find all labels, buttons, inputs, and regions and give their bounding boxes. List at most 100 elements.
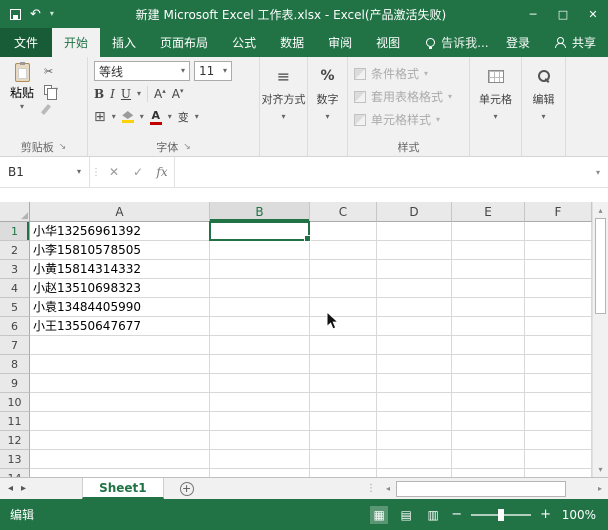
tab-split-handle[interactable]: ⋮ [362,483,380,494]
tab-页面布局[interactable]: 页面布局 [148,28,220,57]
name-box-splitter[interactable]: ⋮ [90,157,102,187]
zoom-level[interactable]: 100% [560,508,596,522]
font-color-button[interactable]: A [150,110,162,125]
minimize-button[interactable]: ─ [518,0,548,28]
cell-B2[interactable] [210,241,310,260]
scroll-right-icon[interactable]: ▸ [592,484,608,493]
row-header-8[interactable]: 8 [0,355,30,374]
fill-color-button[interactable] [122,111,134,123]
save-icon[interactable] [10,9,21,20]
cell-F12[interactable] [525,431,592,450]
cancel-icon[interactable]: ✕ [102,157,126,187]
undo-icon[interactable]: ↶ [30,7,41,22]
cell-B6[interactable] [210,317,310,336]
cell-D13[interactable] [377,450,452,469]
new-sheet-button[interactable]: + [180,478,194,499]
row-header-2[interactable]: 2 [0,241,30,260]
cell-B5[interactable] [210,298,310,317]
cell-C2[interactable] [310,241,377,260]
cell-C11[interactable] [310,412,377,431]
number-group-button[interactable]: % 数字 ▾ [308,57,348,156]
row-header-10[interactable]: 10 [0,393,30,412]
cell-C1[interactable] [310,222,377,241]
cell-C10[interactable] [310,393,377,412]
cell-A14[interactable] [30,469,210,477]
row-header-4[interactable]: 4 [0,279,30,298]
horizontal-scrollbar-track[interactable] [396,478,592,499]
sign-in-button[interactable]: 登录 [494,28,542,57]
cell-E9[interactable] [452,374,525,393]
cell-C13[interactable] [310,450,377,469]
cell-C7[interactable] [310,336,377,355]
cell-A13[interactable] [30,450,210,469]
cell-F14[interactable] [525,469,592,477]
dialog-launcher-icon[interactable]: ↘ [59,142,67,152]
enter-icon[interactable]: ✓ [126,157,150,187]
sheet-next-icon[interactable]: ▸ [21,483,26,494]
cell-A3[interactable]: 小黄15814314332 [30,260,210,279]
row-header-11[interactable]: 11 [0,412,30,431]
cell-D11[interactable] [377,412,452,431]
cells-group-button[interactable]: 单元格 ▾ [470,57,522,156]
cell-B8[interactable] [210,355,310,374]
normal-view-icon[interactable]: ▦ [370,506,388,524]
vertical-scrollbar-track[interactable] [593,314,608,461]
cell-D12[interactable] [377,431,452,450]
page-layout-view-icon[interactable]: ▤ [397,506,415,524]
cell-D10[interactable] [377,393,452,412]
cell-D14[interactable] [377,469,452,477]
cell-A5[interactable]: 小袁13484405990 [30,298,210,317]
cell-D5[interactable] [377,298,452,317]
cell-C9[interactable] [310,374,377,393]
sheet-prev-icon[interactable]: ◂ [8,483,13,494]
cut-button[interactable]: ✂ [44,64,58,78]
zoom-slider-thumb[interactable] [498,509,504,521]
cell-E8[interactable] [452,355,525,374]
cell-B10[interactable] [210,393,310,412]
borders-icon[interactable]: ⊞ [94,109,106,125]
qat-customize-icon[interactable]: ▾ [50,10,54,18]
cell-styles-button[interactable]: 单元格样式 ▾ [354,109,465,130]
cell-B1[interactable] [210,222,310,241]
cell-A7[interactable] [30,336,210,355]
row-header-9[interactable]: 9 [0,374,30,393]
cell-F6[interactable] [525,317,592,336]
zoom-in-icon[interactable]: + [540,507,551,522]
zoom-out-icon[interactable]: − [451,507,462,522]
tell-me-box[interactable]: 告诉我... [426,28,488,57]
cell-C14[interactable] [310,469,377,477]
cell-C3[interactable] [310,260,377,279]
dialog-launcher-icon[interactable]: ↘ [183,142,191,152]
phonetic-guide-button[interactable]: 变 [178,109,189,125]
cell-D3[interactable] [377,260,452,279]
name-box[interactable]: B1 ▾ [0,157,90,187]
tab-插入[interactable]: 插入 [100,28,148,57]
cell-F7[interactable] [525,336,592,355]
alignment-group-button[interactable]: ≡ 对齐方式 ▾ [260,57,308,156]
cell-E3[interactable] [452,260,525,279]
cell-A6[interactable]: 小王13550647677 [30,317,210,336]
close-button[interactable]: ✕ [578,0,608,28]
row-header-12[interactable]: 12 [0,431,30,450]
cell-B3[interactable] [210,260,310,279]
tab-公式[interactable]: 公式 [220,28,268,57]
increase-font-button[interactable]: A▴ [154,87,166,101]
cell-E10[interactable] [452,393,525,412]
cell-B12[interactable] [210,431,310,450]
chevron-down-icon[interactable]: ▾ [195,113,199,121]
column-header-A[interactable]: A [30,202,210,222]
zoom-slider[interactable] [471,514,531,516]
cell-F8[interactable] [525,355,592,374]
cell-F5[interactable] [525,298,592,317]
column-header-D[interactable]: D [377,202,452,222]
chevron-down-icon[interactable]: ▾ [140,113,144,121]
cell-A10[interactable] [30,393,210,412]
decrease-font-button[interactable]: A▾ [172,87,184,101]
cell-F10[interactable] [525,393,592,412]
horizontal-scrollbar-thumb[interactable] [396,481,566,497]
scroll-left-icon[interactable]: ◂ [380,484,396,493]
scroll-down-icon[interactable]: ▾ [593,461,608,477]
tab-视图[interactable]: 视图 [364,28,412,57]
cell-A1[interactable]: 小华13256961392 [30,222,210,241]
font-name-combobox[interactable]: 等线 ▾ [94,61,190,81]
